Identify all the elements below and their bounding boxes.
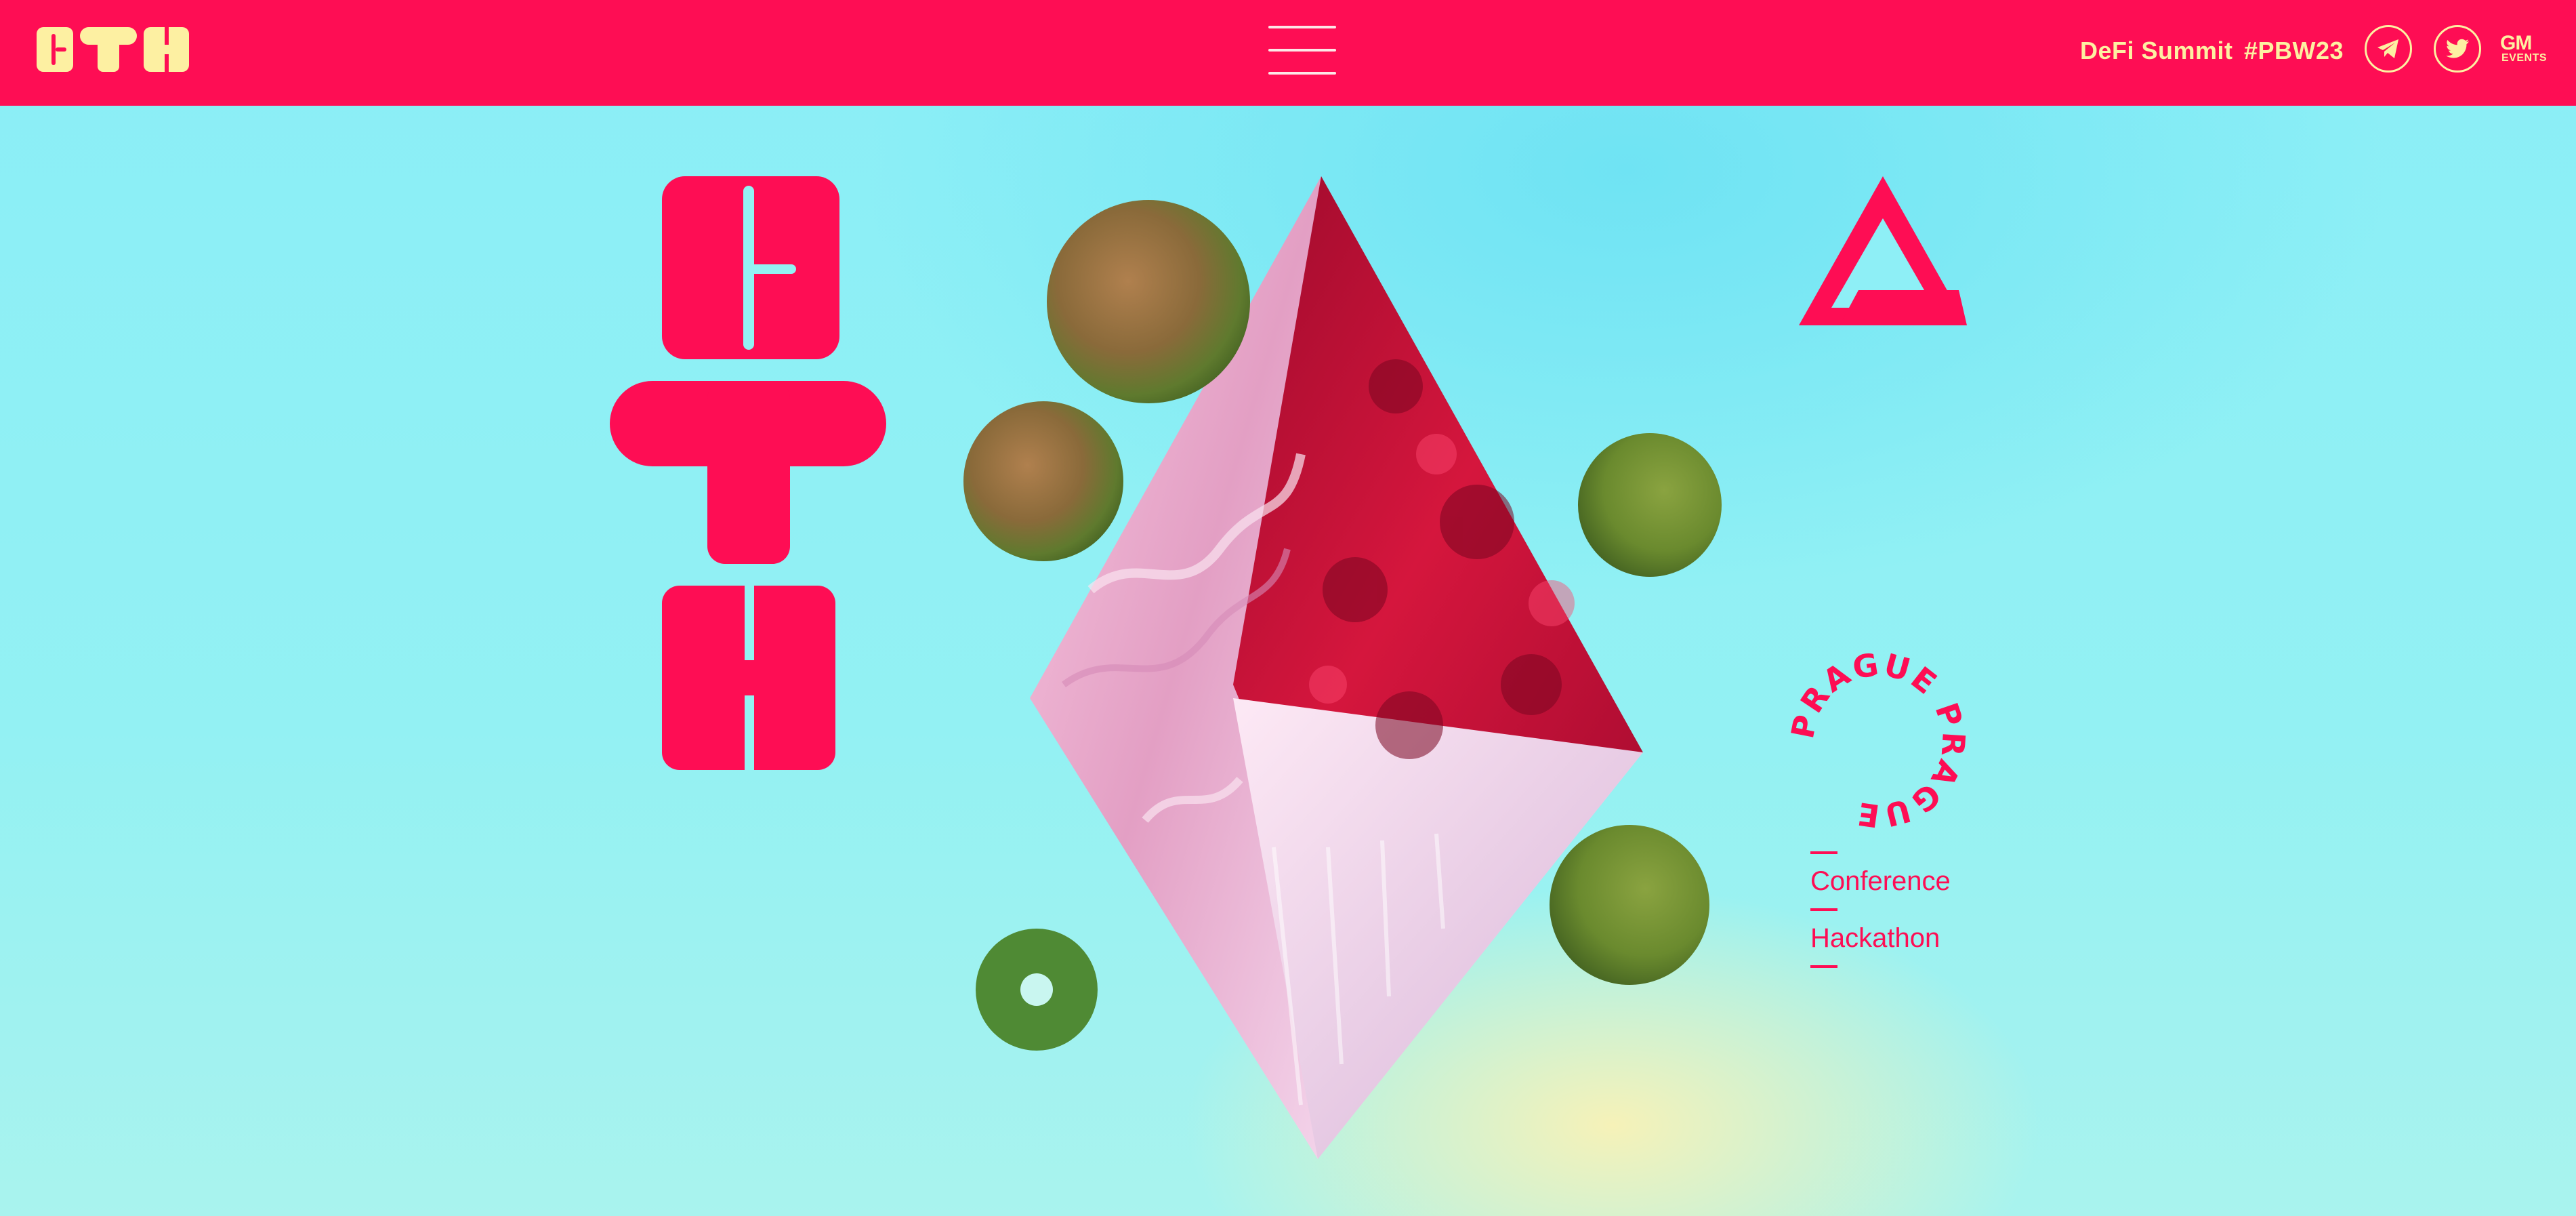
ethereum-crystal-artwork: [963, 176, 1722, 1159]
gm-logo-subtext: EVENTS: [2501, 52, 2548, 64]
defi-summit-link[interactable]: DeFi Summit: [2080, 36, 2233, 66]
triangle-logo: [1799, 176, 1967, 325]
eth-prague-logo[interactable]: [37, 27, 189, 72]
letter-e: [662, 176, 839, 359]
letter-t: [610, 381, 886, 564]
event-list: Conference Hackathon: [1810, 840, 2014, 979]
prague-seal-text: PRAGUE PRAGUE: [1789, 651, 1968, 830]
menu-button[interactable]: [1268, 24, 1336, 77]
hamburger-icon-bar: [1268, 49, 1336, 52]
divider: [1810, 965, 1837, 968]
prague-seal: PRAGUE PRAGUE: [1789, 651, 1968, 830]
top-bar: DeFi Summit #PBW23 GM EVENTS: [0, 0, 2576, 106]
eth-vertical-wordmark: [610, 176, 886, 770]
twitter-icon: [2446, 39, 2469, 58]
conference-link[interactable]: Conference: [1810, 865, 2014, 897]
divider: [1810, 851, 1837, 854]
hamburger-icon-bar: [1268, 26, 1336, 28]
divider: [1810, 908, 1837, 911]
svg-text:PRAGUE PRAGUE: PRAGUE PRAGUE: [1789, 651, 1968, 830]
hackathon-link[interactable]: Hackathon: [1810, 922, 2014, 954]
telegram-icon: [2377, 39, 2398, 58]
gm-events-logo[interactable]: GM EVENTS: [2500, 32, 2554, 67]
telegram-button[interactable]: [2365, 25, 2412, 73]
hamburger-icon-bar: [1268, 72, 1336, 75]
gm-logo-text: GM: [2500, 32, 2532, 54]
letter-h: [662, 586, 835, 770]
pbw23-link[interactable]: #PBW23: [2244, 36, 2344, 66]
twitter-button[interactable]: [2434, 25, 2481, 73]
